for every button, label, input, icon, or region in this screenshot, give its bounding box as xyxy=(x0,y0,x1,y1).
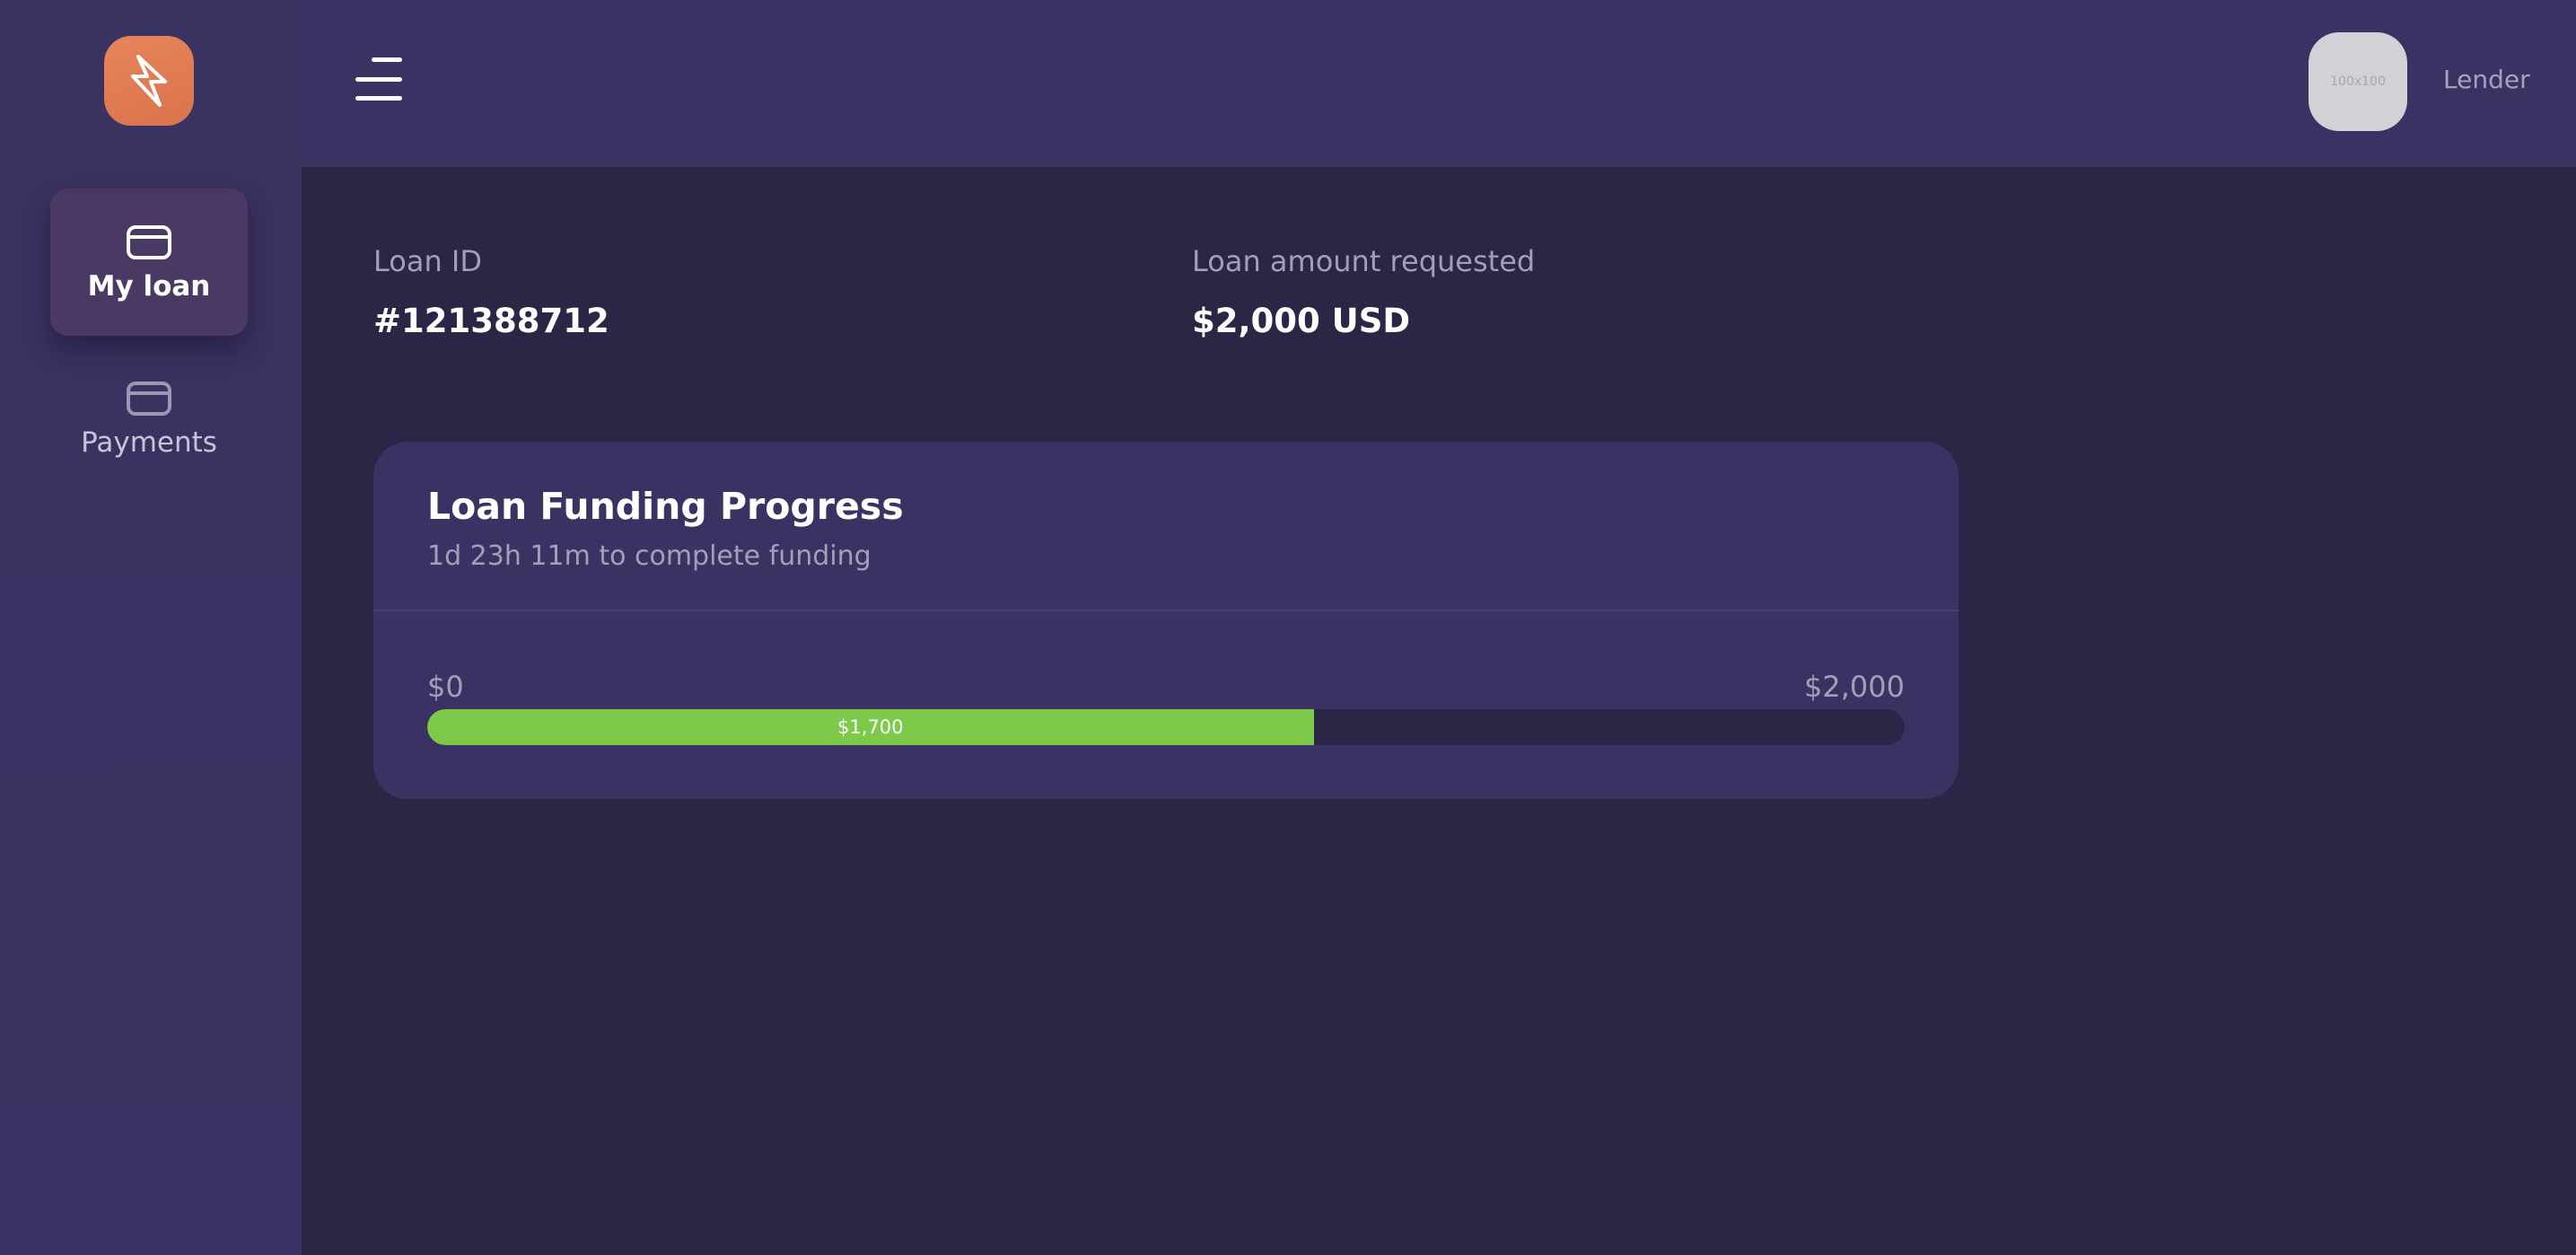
app-logo[interactable] xyxy=(104,36,194,126)
top-bar: 100x100 Lender xyxy=(302,0,2576,167)
loan-amount-label: Loan amount requested xyxy=(1192,244,1536,278)
avatar[interactable]: 100x100 xyxy=(2309,32,2407,131)
funding-progress-fill: $1,700 xyxy=(427,709,1314,745)
card-title: Loan Funding Progress xyxy=(427,485,904,528)
wallet-icon xyxy=(127,224,171,259)
card-divider xyxy=(373,610,1958,611)
sidebar-item-payments[interactable]: Payments xyxy=(50,345,248,492)
loan-amount-value: $2,000 USD xyxy=(1192,302,1411,340)
hamburger-menu-icon[interactable] xyxy=(355,57,402,101)
funding-countdown: 1d 23h 11m to complete funding xyxy=(427,540,872,572)
sidebar-item-my-loan[interactable]: My loan xyxy=(50,189,248,336)
lightning-bolt-icon xyxy=(131,55,167,107)
sidebar-item-label: Payments xyxy=(81,426,217,459)
loan-id-value: #121388712 xyxy=(373,302,609,340)
avatar-placeholder-text: 100x100 xyxy=(2330,75,2386,89)
sidebar: My loan Payments xyxy=(0,0,302,1255)
range-max-label: $2,000 xyxy=(1804,670,1905,704)
wallet-icon xyxy=(127,381,171,416)
loan-id-label: Loan ID xyxy=(373,244,482,278)
funding-progress-card: Loan Funding Progress 1d 23h 11m to comp… xyxy=(373,442,1958,799)
user-role: Lender xyxy=(2443,65,2530,94)
sidebar-item-label: My loan xyxy=(87,269,211,303)
range-min-label: $0 xyxy=(427,670,464,704)
funding-current-amount: $1,700 xyxy=(837,716,904,738)
funding-progress-bar: $1,700 xyxy=(427,709,1905,745)
